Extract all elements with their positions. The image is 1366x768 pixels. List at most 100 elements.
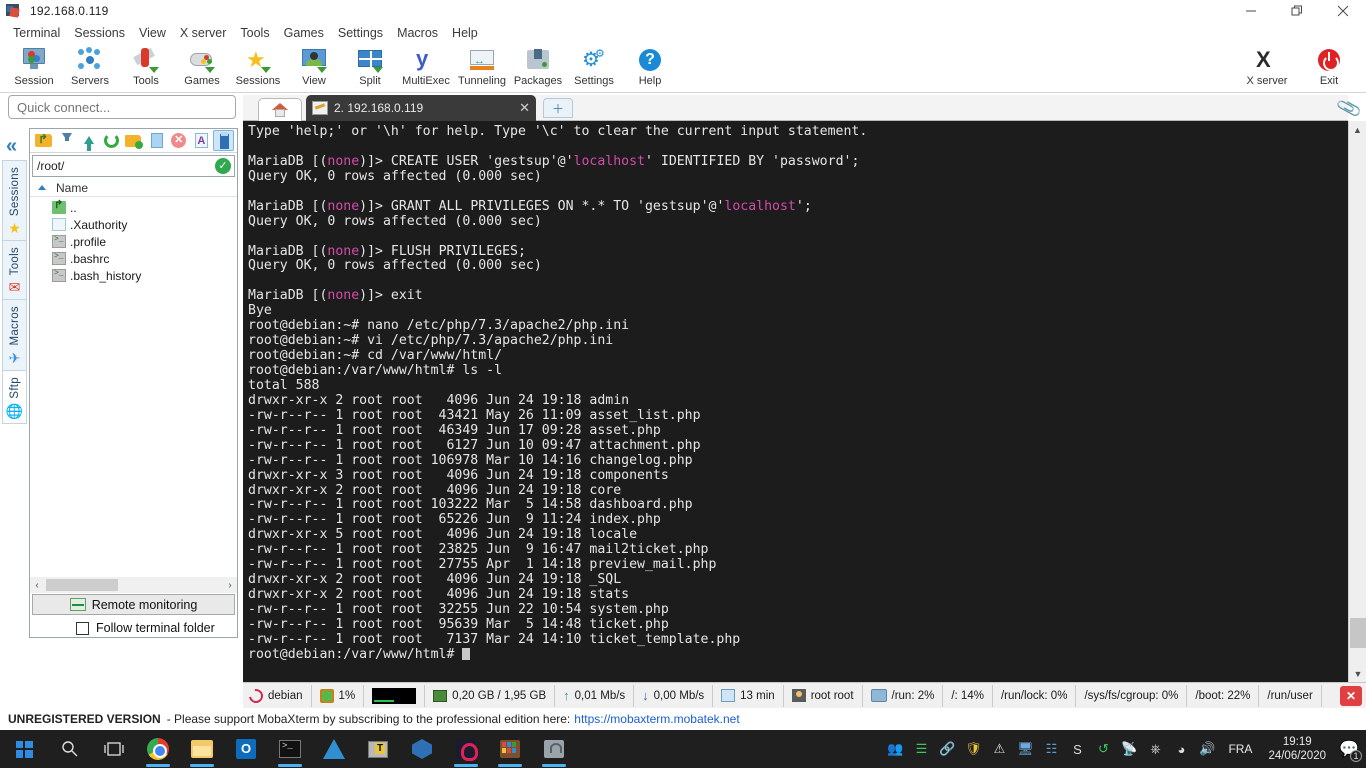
language-indicator[interactable]: FRA (1220, 742, 1260, 756)
ribbon-view[interactable]: View (286, 43, 342, 87)
status-cell[interactable]: 0,20 GB / 1,95 GB (425, 684, 556, 707)
download-icon[interactable] (56, 130, 77, 151)
status-cell[interactable]: /: 14% (943, 684, 993, 707)
volume-icon[interactable]: 🔊 (1194, 730, 1220, 768)
ribbon-games[interactable]: Games (174, 43, 230, 87)
usb-eject-icon[interactable]: ⎈ (1142, 730, 1168, 768)
sidebar-item-tools[interactable]: Tools ✉ (2, 240, 27, 300)
ribbon-tunneling[interactable]: ↔ Tunneling (454, 43, 510, 87)
terminal-output[interactable]: Type 'help;' or '\h' for help. Type '\c'… (243, 121, 1348, 682)
scrollbar-thumb[interactable] (46, 579, 118, 591)
menu-help[interactable]: Help (445, 24, 485, 42)
ribbon-servers[interactable]: Servers (62, 43, 118, 87)
ribbon-session[interactable]: Session (6, 43, 62, 87)
list-item[interactable]: .. (30, 199, 237, 216)
menu-view[interactable]: View (132, 24, 173, 42)
people-icon[interactable]: 👥 (882, 730, 908, 768)
upload-icon[interactable] (78, 130, 99, 151)
link-icon[interactable]: 🔗 (934, 730, 960, 768)
notification-center-icon[interactable]: 💬 1 (1334, 730, 1364, 768)
delete-icon[interactable]: ✕ (168, 130, 189, 151)
ribbon-sessions[interactable]: ★ Sessions (230, 43, 286, 88)
status-cell[interactable]: ↓ 0,00 Mb/s (634, 684, 714, 707)
scroll-down-icon[interactable]: ▼ (1349, 665, 1366, 682)
shield-icon[interactable]: 🛡 (960, 730, 986, 768)
vscode-icon[interactable] (312, 730, 356, 768)
task-view-icon[interactable] (92, 730, 136, 768)
sync-icon[interactable]: ↺ (1090, 730, 1116, 768)
display-icon[interactable]: 🖥 (1012, 730, 1038, 768)
chrome-icon[interactable] (136, 730, 180, 768)
tab-session-active[interactable]: 2. 192.168.0.119 ✕ (306, 95, 536, 121)
scroll-right-icon[interactable]: › (223, 580, 237, 591)
ribbon-split[interactable]: Split (342, 43, 398, 87)
status-close-button[interactable]: ✕ (1340, 685, 1362, 706)
taskbar-clock[interactable]: 19:19 24/06/2020 (1260, 735, 1334, 763)
mobaxterm-link[interactable]: https://mobaxterm.mobatek.net (574, 712, 739, 726)
quick-connect-input[interactable] (8, 95, 236, 119)
virtualbox-icon[interactable] (400, 730, 444, 768)
search-icon[interactable] (48, 730, 92, 768)
menu-x-server[interactable]: X server (173, 24, 234, 42)
security-warning-icon[interactable]: ⚠ (986, 730, 1012, 768)
sidebar-item-sftp[interactable]: Sftp 🌐 (2, 369, 27, 424)
menu-settings[interactable]: Settings (331, 24, 390, 42)
ribbon-packages[interactable]: Packages (510, 43, 566, 87)
refresh-icon[interactable] (101, 130, 122, 151)
follow-terminal-checkbox[interactable] (76, 621, 89, 635)
status-cell[interactable]: 13 min (713, 684, 784, 707)
ribbon-exit[interactable]: Exit (1298, 43, 1360, 87)
close-button[interactable] (1320, 0, 1366, 22)
network-share-icon[interactable]: ☰ (908, 730, 934, 768)
horizontal-scrollbar[interactable]: ‹ › (30, 577, 237, 593)
windows-start-icon[interactable] (0, 730, 48, 768)
network-map-icon[interactable]: ☷ (1038, 730, 1064, 768)
outlook-icon[interactable]: O (224, 730, 268, 768)
status-cell[interactable]: /run: 2% (863, 684, 944, 707)
status-cell[interactable]: root root (784, 684, 863, 707)
ribbon-multiexec[interactable]: y MultiExec (398, 43, 454, 88)
wifi-icon[interactable]: ◕ (1168, 730, 1194, 768)
usb-drive-icon[interactable] (213, 130, 234, 151)
status-cell[interactable] (364, 684, 426, 707)
menu-tools[interactable]: Tools (233, 24, 276, 42)
status-cell[interactable]: 1% (312, 684, 365, 707)
scroll-up-icon[interactable]: ▲ (1349, 121, 1366, 138)
menu-sessions[interactable]: Sessions (67, 24, 132, 42)
status-cell[interactable]: debian (243, 684, 312, 707)
lock-icon[interactable] (532, 730, 576, 768)
text-edit-icon[interactable]: A (191, 130, 212, 151)
status-cell[interactable]: /boot: 22% (1187, 684, 1260, 707)
tab-home[interactable] (258, 98, 302, 121)
tab-close-icon[interactable]: ✕ (519, 100, 530, 116)
mobaxterm-icon[interactable] (268, 730, 312, 768)
list-item[interactable]: .Xauthority (30, 216, 237, 233)
menu-games[interactable]: Games (277, 24, 331, 42)
follow-terminal-folder-option[interactable]: Follow terminal folder (76, 621, 215, 635)
winrar-icon[interactable] (488, 730, 532, 768)
status-cell[interactable]: /run/lock: 0% (993, 684, 1077, 707)
new-file-icon[interactable] (146, 130, 167, 151)
ribbon-settings[interactable]: ⚙ ⚙ Settings (566, 43, 622, 87)
sidebar-item-sessions[interactable]: Sessions ★ (2, 160, 27, 241)
satellite-icon[interactable]: 📡 (1116, 730, 1142, 768)
status-cell[interactable]: ↑ 0,01 Mb/s (555, 684, 635, 707)
remote-monitoring-button[interactable]: Remote monitoring (32, 594, 235, 615)
status-cell[interactable]: /run/user (1259, 684, 1322, 707)
camtasia-icon[interactable] (444, 730, 488, 768)
ribbon-tools[interactable]: Tools (118, 43, 174, 87)
collapse-panel-button[interactable]: « (6, 136, 17, 156)
menu-terminal[interactable]: Terminal (6, 24, 67, 42)
teraterm-icon[interactable] (356, 730, 400, 768)
new-folder-icon[interactable] (123, 130, 144, 151)
status-cell[interactable]: /sys/fs/cgroup: 0% (1076, 684, 1188, 707)
terminal-scrollbar[interactable]: ▲ ▼ (1348, 121, 1366, 682)
list-item[interactable]: .profile (30, 233, 237, 250)
file-list-header[interactable]: Name (30, 179, 237, 197)
list-item[interactable]: .bashrc (30, 250, 237, 267)
ribbon-help[interactable]: ? Help (622, 43, 678, 87)
ribbon-x-server[interactable]: X X server (1236, 43, 1298, 88)
path-field[interactable]: /root/ ✓ (32, 155, 235, 177)
scroll-left-icon[interactable]: ‹ (30, 580, 44, 591)
minimize-button[interactable] (1228, 0, 1274, 22)
